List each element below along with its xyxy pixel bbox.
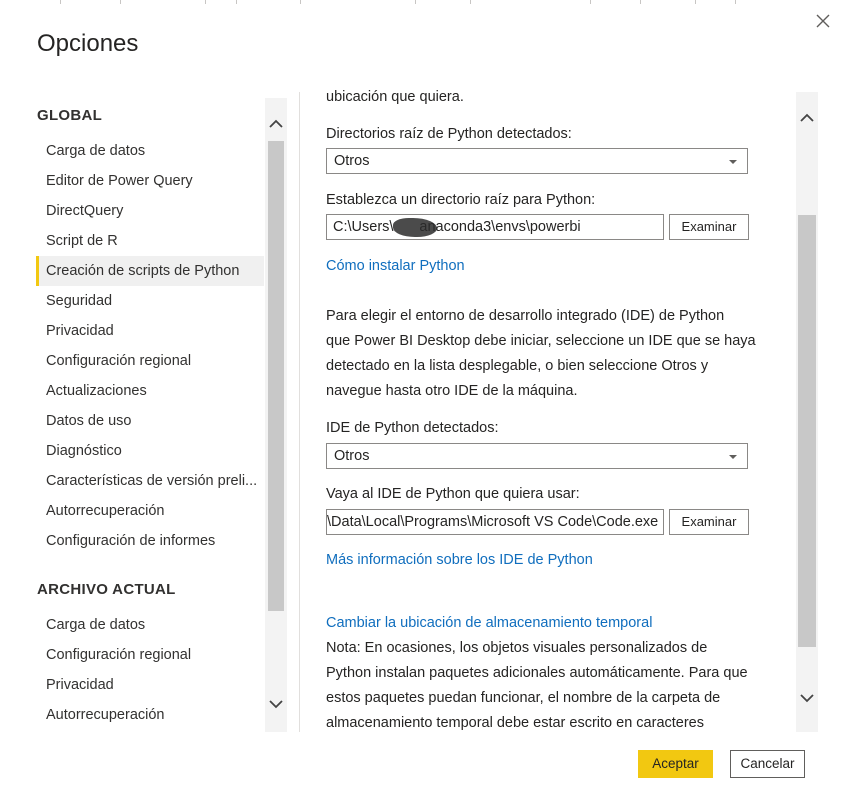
sidebar-item-carga-de-datos[interactable]: Carga de datos bbox=[36, 136, 264, 166]
detected-ide-label: IDE de Python detectados: bbox=[326, 420, 499, 436]
note-line-1: Nota: En ocasiones, los objetos visuales… bbox=[326, 640, 708, 656]
sidebar-item-python-scripting[interactable]: Creación de scripts de Python bbox=[36, 256, 264, 286]
ide-path-input[interactable]: \Data\Local\Programs\Microsoft VS Code\C… bbox=[326, 509, 664, 535]
chevron-down-icon bbox=[729, 160, 737, 164]
sidebar-item-script-r[interactable]: Script de R bbox=[36, 226, 264, 256]
root-dir-suffix: anaconda3\envs\powerbi bbox=[419, 219, 581, 235]
sidebar-item-configuracion-regional[interactable]: Configuración regional bbox=[36, 346, 264, 376]
sidebar-item-configuracion-informes[interactable]: Configuración de informes bbox=[36, 526, 264, 556]
sidebar-scroll-up-icon[interactable] bbox=[266, 114, 286, 134]
sidebar-item-current-carga-de-datos[interactable]: Carga de datos bbox=[36, 610, 264, 640]
sidebar-item-diagnostico[interactable]: Diagnóstico bbox=[36, 436, 264, 466]
root-dir-input[interactable]: C:\Users\ anaconda3\envs\powerbi bbox=[326, 214, 664, 240]
detected-ide-value: Otros bbox=[334, 448, 370, 464]
content-scroll-up-icon[interactable] bbox=[797, 108, 817, 128]
note-line-2: Python instalan paquetes adicionales aut… bbox=[326, 665, 748, 681]
browse-root-button[interactable]: Examinar bbox=[669, 214, 749, 240]
detected-roots-label: Directorios raíz de Python detectados: bbox=[326, 126, 572, 142]
temp-storage-link[interactable]: Cambiar la ubicación de almacenamiento t… bbox=[326, 611, 652, 636]
ide-info-link[interactable]: Más información sobre los IDE de Python bbox=[326, 548, 593, 573]
sidebar-item-preview-features[interactable]: Características de versión preli... bbox=[36, 466, 264, 496]
root-dir-prefix: C:\Users\ bbox=[333, 219, 394, 235]
ide-paragraph-line-2: que Power BI Desktop debe iniciar, selec… bbox=[326, 333, 756, 349]
section-header-current-file: ARCHIVO ACTUAL bbox=[37, 581, 176, 598]
section-header-global: GLOBAL bbox=[37, 107, 103, 124]
ide-paragraph-line-3: detectado en la lista desplegable, o bie… bbox=[326, 358, 709, 374]
sidebar-item-current-autorrecuperacion[interactable]: Autorrecuperación bbox=[36, 700, 264, 730]
note-line-3: estos paquetes puedan funcionar, el nomb… bbox=[326, 690, 721, 706]
sidebar-item-current-privacidad[interactable]: Privacidad bbox=[36, 670, 264, 700]
detected-ide-dropdown[interactable]: Otros bbox=[326, 443, 748, 469]
ide-path-value: \Data\Local\Programs\Microsoft VS Code\C… bbox=[327, 514, 659, 530]
content-scrollbar-thumb[interactable] bbox=[798, 215, 816, 647]
sidebar-scroll-down-icon[interactable] bbox=[266, 694, 286, 714]
ide-path-label: Vaya al IDE de Python que quiera usar: bbox=[326, 486, 580, 502]
detected-roots-value: Otros bbox=[334, 153, 370, 169]
ide-paragraph-line-4: navegue hasta otro IDE de la máquina. bbox=[326, 383, 578, 399]
ide-paragraph-line-1: Para elegir el entorno de desarrollo int… bbox=[326, 308, 725, 324]
cancel-button[interactable]: Cancelar bbox=[730, 750, 805, 778]
sidebar-item-autorrecuperacion[interactable]: Autorrecuperación bbox=[36, 496, 264, 526]
accept-button[interactable]: Aceptar bbox=[638, 750, 713, 778]
sidebar-item-directquery[interactable]: DirectQuery bbox=[36, 196, 264, 226]
chevron-down-icon bbox=[729, 455, 737, 459]
sidebar-item-editor-power-query[interactable]: Editor de Power Query bbox=[36, 166, 264, 196]
redaction-smudge bbox=[393, 218, 437, 237]
sidebar-item-current-configuracion-regional[interactable]: Configuración regional bbox=[36, 640, 264, 670]
content-scroll-down-icon[interactable] bbox=[797, 688, 817, 708]
detected-roots-dropdown[interactable]: Otros bbox=[326, 148, 748, 174]
install-python-link[interactable]: Cómo instalar Python bbox=[326, 254, 465, 279]
sidebar-item-seguridad[interactable]: Seguridad bbox=[36, 286, 264, 316]
sidebar-item-privacidad[interactable]: Privacidad bbox=[36, 316, 264, 346]
top-text: ubicación que quiera. bbox=[326, 89, 464, 105]
sidebar-item-actualizaciones[interactable]: Actualizaciones bbox=[36, 376, 264, 406]
root-dir-label: Establezca un directorio raíz para Pytho… bbox=[326, 192, 596, 208]
note-line-4: almacenamiento temporal debe estar escri… bbox=[326, 715, 704, 731]
browse-ide-button[interactable]: Examinar bbox=[669, 509, 749, 535]
background-window-strip bbox=[0, 0, 842, 8]
dialog-title: Opciones bbox=[37, 30, 139, 57]
sidebar-scrollbar-thumb[interactable] bbox=[268, 141, 284, 611]
settings-content-panel: ubicación que quiera. Directorios raíz d… bbox=[300, 80, 795, 732]
sidebar-item-datos-de-uso[interactable]: Datos de uso bbox=[36, 406, 264, 436]
close-icon[interactable] bbox=[812, 10, 834, 32]
